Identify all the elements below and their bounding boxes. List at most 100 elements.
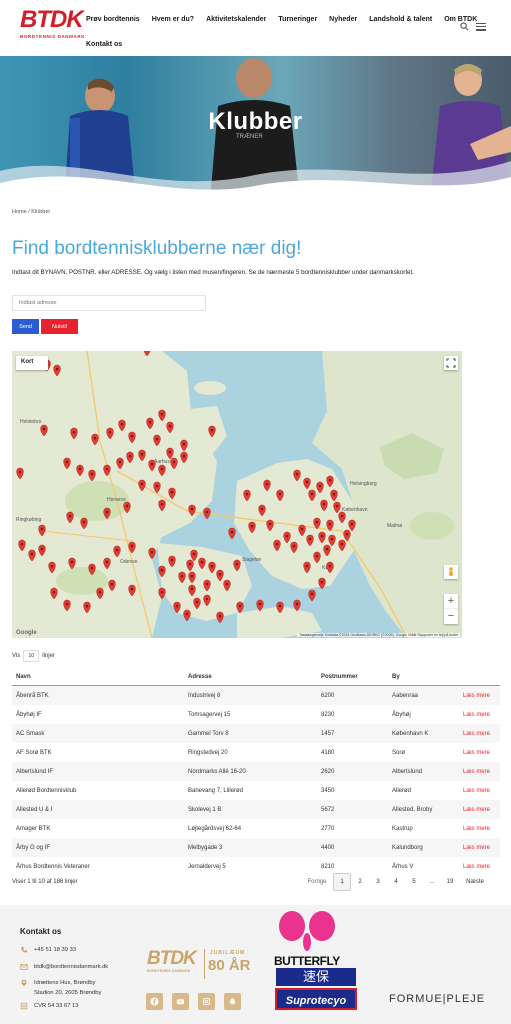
- nav-item-tournaments[interactable]: Turneringer: [278, 13, 317, 26]
- pin-dot: [350, 522, 354, 526]
- nav-item-calendar[interactable]: Aktivitetskalender: [206, 13, 266, 26]
- nav-item-contact[interactable]: Kontakt os: [86, 38, 122, 51]
- pagination-page-last[interactable]: 19: [441, 874, 459, 890]
- pin-dot: [72, 430, 76, 434]
- cell-postcode: 5672: [321, 806, 335, 813]
- pin-dot: [52, 590, 56, 594]
- nav-item-who[interactable]: Hvem er du?: [152, 13, 194, 26]
- read-more-link[interactable]: Læs mere: [463, 864, 500, 870]
- cell-address: Ringstedvej 20: [188, 749, 228, 756]
- nav-item-try[interactable]: Prøv bordtennis: [86, 13, 140, 26]
- email-address[interactable]: btdk@bordtennisdanmark.dk: [34, 962, 108, 972]
- pin-dot: [218, 614, 222, 618]
- reset-button[interactable]: Nulstil: [41, 319, 78, 334]
- address-input[interactable]: [12, 295, 206, 311]
- pagination-page[interactable]: 5: [405, 874, 423, 890]
- club-map-pin[interactable]: [183, 609, 191, 622]
- btdk-logo[interactable]: BTDK BORDTENNIS DANMARK: [20, 8, 84, 44]
- read-more-link[interactable]: Læs mere: [463, 769, 500, 775]
- contact-email[interactable]: btdk@bordtennisdanmark.dk: [20, 962, 108, 972]
- zoom-controls: + −: [444, 594, 458, 624]
- pin-dot: [170, 490, 174, 494]
- breadcrumb-current: Klubber: [31, 209, 51, 215]
- pin-dot: [328, 564, 332, 568]
- read-more-link[interactable]: Læs mere: [463, 788, 500, 794]
- address-line-1: Idrættens Hus, Brøndby: [34, 980, 96, 986]
- facebook-link[interactable]: [146, 993, 163, 1010]
- pin-dot: [188, 562, 192, 566]
- pagination-page[interactable]: 1: [333, 873, 351, 891]
- phone-number[interactable]: +45 51 18 39 33: [34, 945, 76, 955]
- pin-dot: [275, 542, 279, 546]
- pin-dot: [192, 552, 196, 556]
- pin-dot: [278, 604, 282, 608]
- map-city-label: Helsingborg: [350, 481, 377, 487]
- pagination-page[interactable]: 4: [387, 874, 405, 890]
- club-map-pin[interactable]: [318, 577, 326, 590]
- read-more-link[interactable]: Læs mere: [463, 731, 500, 737]
- contact-address: Idrættens Hus, Brøndby Stadion 20, 2605 B…: [20, 978, 101, 998]
- map-attribution[interactable]: Tastaturgenveje Kortdata ©2024 GeoBasis-…: [297, 633, 460, 637]
- instagram-link[interactable]: [198, 993, 215, 1010]
- pagination-page[interactable]: 2: [351, 874, 369, 890]
- club-map-pin[interactable]: [308, 589, 316, 602]
- column-header-name[interactable]: Navn: [12, 674, 188, 680]
- butterfly-wordmark: BUTTERFLY: [274, 954, 340, 968]
- sponsor-butterfly[interactable]: BUTTERFLY 速保 Suprotecyo: [270, 908, 362, 1014]
- read-more-link[interactable]: Læs mere: [463, 807, 500, 813]
- cell-address: Tomsagervej 15: [188, 711, 231, 718]
- entries-select[interactable]: 10: [23, 650, 40, 662]
- table-row: Åbyhøj IF Tomsagervej 15 8230 Åbyhøj Læs mer…: [12, 705, 500, 724]
- cell-city: Kalundborg: [392, 844, 423, 851]
- zoom-in-button[interactable]: +: [444, 594, 458, 609]
- nav-item-news[interactable]: Nyheder: [329, 13, 357, 26]
- pin-dot: [315, 554, 319, 558]
- pin-dot: [325, 547, 329, 551]
- pagination-previous[interactable]: Forrige: [301, 874, 333, 890]
- menu-icon[interactable]: [476, 22, 486, 31]
- map-canvas[interactable]: Holstebro Ringkøbing Horsens Aarhus Helsingb…: [12, 351, 462, 638]
- read-more-link[interactable]: Læs mere: [463, 693, 500, 699]
- pin-dot: [332, 492, 336, 496]
- breadcrumb-home[interactable]: Home: [12, 209, 27, 215]
- send-button[interactable]: Send: [12, 319, 39, 334]
- read-more-link[interactable]: Læs mere: [463, 845, 500, 851]
- pagination-next[interactable]: Næste: [459, 874, 491, 890]
- column-header-city[interactable]: By: [392, 674, 463, 680]
- cell-postcode: 3450: [321, 787, 335, 794]
- fullscreen-button[interactable]: [444, 356, 458, 370]
- pin-dot: [128, 454, 132, 458]
- social-links: [146, 993, 241, 1010]
- contact-phone[interactable]: +45 51 18 39 33: [20, 945, 76, 955]
- read-more-link[interactable]: Læs mere: [463, 712, 500, 718]
- club-map-pin[interactable]: [216, 611, 224, 624]
- cell-city: Allerød: [392, 787, 412, 794]
- youtube-link[interactable]: [172, 993, 189, 1010]
- cell-postcode: 8210: [321, 863, 335, 870]
- zoom-out-button[interactable]: −: [444, 609, 458, 624]
- snapchat-link[interactable]: [224, 993, 241, 1010]
- sponsor-formue-pleje[interactable]: FORMUE|PLEJE: [389, 993, 485, 1005]
- breadcrumb: Home / Klubber: [12, 209, 50, 215]
- map-type-button[interactable]: Kort: [16, 356, 48, 370]
- pin-dot: [105, 560, 109, 564]
- column-header-postcode[interactable]: Postnummer: [321, 674, 392, 680]
- club-map-pin[interactable]: [203, 507, 211, 520]
- pin-dot: [50, 564, 54, 568]
- pin-dot: [322, 502, 326, 506]
- pin-dot: [118, 460, 122, 464]
- street-view-button[interactable]: [444, 565, 458, 579]
- column-header-address[interactable]: Adresse: [188, 674, 321, 680]
- pin-dot: [82, 520, 86, 524]
- snapchat-icon: [229, 998, 236, 1005]
- club-map-pin[interactable]: [228, 527, 236, 540]
- pagination-page[interactable]: 3: [369, 874, 387, 890]
- nav-item-national-team[interactable]: Landshold & talent: [369, 13, 432, 26]
- club-map[interactable]: Holstebro Ringkøbing Horsens Aarhus Helsingb…: [12, 351, 462, 638]
- pin-dot: [250, 524, 254, 528]
- read-more-link[interactable]: Læs mere: [463, 826, 500, 832]
- read-more-link[interactable]: Læs mere: [463, 750, 500, 756]
- search-icon[interactable]: [460, 22, 469, 31]
- cell-city: Kastrup: [392, 825, 413, 832]
- pin-dot: [175, 604, 179, 608]
